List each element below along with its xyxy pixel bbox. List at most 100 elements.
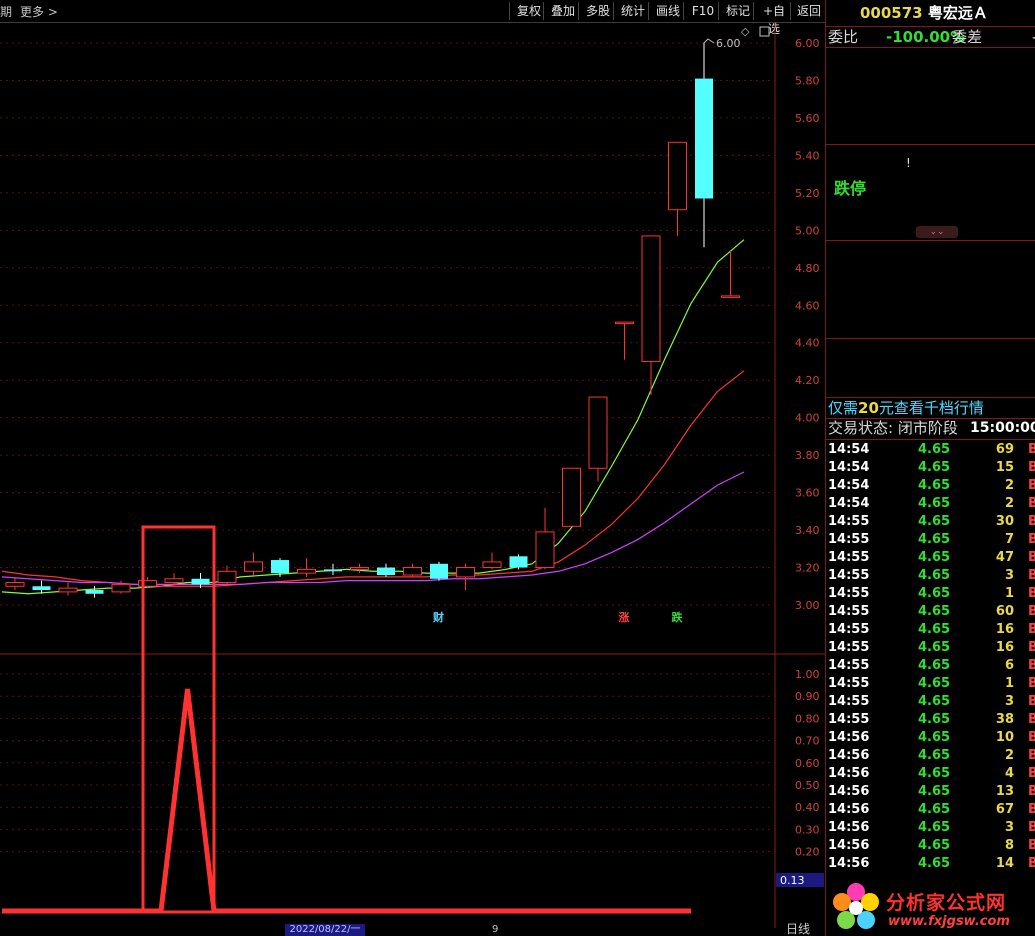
tick-row: 14:55 4.65 30 B	[828, 513, 1035, 531]
tick-row: 14:55 4.65 1 B	[828, 675, 1035, 693]
event-marker[interactable]: 财	[432, 610, 444, 624]
fundamental-row	[828, 378, 1035, 397]
candle-body-down	[509, 556, 528, 568]
tick-side: B	[1028, 694, 1035, 709]
tick-time: 14:55	[828, 622, 870, 637]
y-tick-label: 4.40	[795, 337, 820, 350]
candle-body-down	[85, 590, 104, 594]
trade-state-time: 15:00:00	[970, 420, 1035, 436]
candle[interactable]	[721, 250, 740, 298]
candle[interactable]	[695, 43, 713, 248]
candle[interactable]	[324, 563, 342, 576]
trade-state-row: 交易状态: 闭市阶段 15:00:00	[828, 419, 1035, 438]
tick-volume: 38	[995, 712, 1014, 727]
tick-volume: 14	[995, 856, 1014, 871]
tick-row: 14:55 4.65 6 B	[828, 657, 1035, 675]
candle[interactable]	[5, 576, 25, 591]
tick-volume: 15	[995, 460, 1014, 475]
diamond-icon[interactable]: ◇	[741, 25, 750, 38]
tick-volume: 69	[995, 442, 1014, 457]
tick-time: 14:55	[828, 676, 870, 691]
x-axis-marker-label: 9	[492, 924, 499, 935]
tick-price: 4.65	[918, 748, 951, 763]
tick-time: 14:55	[828, 586, 870, 601]
tick-side: B	[1028, 820, 1035, 835]
promo-banner[interactable]: 仅需20元查看千档行情	[828, 399, 984, 418]
add-watchlist-button[interactable]: +自选	[753, 2, 794, 36]
tick-volume: 3	[1004, 568, 1014, 583]
tick-price: 4.65	[918, 460, 951, 475]
event-marker[interactable]: 涨	[619, 610, 630, 624]
candle[interactable]	[615, 321, 634, 360]
period-label[interactable]: 期	[0, 3, 12, 20]
candle[interactable]	[482, 552, 502, 570]
candle-body-up	[244, 561, 263, 572]
tick-time: 14:56	[828, 820, 870, 835]
tick-side: B	[1028, 532, 1035, 547]
tick-time: 14:55	[828, 532, 870, 547]
more-menu[interactable]: 更多 >	[20, 3, 58, 20]
tick-side: B	[1028, 838, 1035, 853]
tick-volume: 3	[1004, 694, 1014, 709]
mark-button[interactable]: 标记	[718, 2, 757, 20]
stock-code: 000573	[860, 4, 923, 22]
kline-chart-area[interactable]: 6.00 5.80 5.60 5.40 5.20 5.00 4.80 4.60 4.40 4.20…	[0, 23, 825, 936]
candle[interactable]	[430, 561, 448, 581]
candle[interactable]	[588, 396, 608, 482]
y-tick-label: 5.00	[795, 224, 820, 237]
candle-body-up	[456, 567, 475, 578]
candle[interactable]	[535, 507, 555, 570]
tick-volume: 67	[995, 802, 1014, 817]
tick-price: 4.65	[918, 658, 951, 673]
fundamental-row	[828, 340, 1035, 359]
window-icon[interactable]	[759, 26, 770, 37]
candle-body-up	[350, 567, 369, 570]
candle[interactable]	[58, 582, 78, 596]
tick-price: 4.65	[918, 568, 951, 583]
candle[interactable]	[668, 141, 687, 236]
f10-button[interactable]: F10	[683, 2, 722, 20]
indicator-y-tick-label: 0.40	[795, 801, 820, 814]
candle[interactable]	[244, 552, 263, 576]
ma-line-ma5	[1, 239, 745, 595]
tick-side: B	[1028, 514, 1035, 529]
candle[interactable]	[509, 554, 528, 570]
tick-price: 4.65	[918, 622, 951, 637]
period-daily-label[interactable]: 日线	[786, 922, 810, 936]
back-button[interactable]: 返回	[790, 2, 827, 20]
candle-body-down	[695, 78, 713, 199]
indicator-y-tick-label: 0.50	[795, 779, 820, 792]
tick-volume: 16	[995, 640, 1014, 655]
candle[interactable]	[138, 576, 157, 589]
candle[interactable]	[32, 580, 51, 594]
candle[interactable]	[85, 586, 104, 598]
candle-body-up	[5, 582, 25, 587]
candle[interactable]	[562, 467, 581, 527]
collapse-chevron-icon[interactable]: ⌄⌄	[916, 226, 958, 238]
tick-volume: 30	[995, 514, 1014, 529]
candle[interactable]	[217, 565, 237, 585]
quote-row	[828, 281, 1035, 300]
candle-body-down	[191, 578, 210, 585]
tick-side: B	[1028, 712, 1035, 727]
candle[interactable]	[456, 563, 475, 591]
tick-volume: 13	[995, 784, 1014, 799]
tick-time: 14:54	[828, 478, 870, 493]
trade-state-label: 交易状态: 闭市阶段	[828, 419, 958, 437]
stats-button[interactable]: 统计	[613, 2, 652, 20]
candle[interactable]	[641, 235, 661, 396]
tick-price: 4.65	[918, 442, 951, 457]
draw-line-button[interactable]: 画线	[648, 2, 687, 20]
candle-body-up	[641, 235, 661, 362]
tick-side: B	[1028, 676, 1035, 691]
event-marker[interactable]: 跌	[672, 610, 684, 624]
candle[interactable]	[403, 563, 422, 577]
candle[interactable]	[377, 563, 395, 577]
candle[interactable]	[350, 563, 369, 574]
tick-side: B	[1028, 496, 1035, 511]
overlay-button[interactable]: 叠加	[543, 2, 582, 20]
ask-row	[828, 87, 1035, 106]
candle-body-down	[324, 569, 342, 572]
multi-stock-button[interactable]: 多股	[578, 2, 617, 20]
tick-volume: 6	[1004, 658, 1014, 673]
